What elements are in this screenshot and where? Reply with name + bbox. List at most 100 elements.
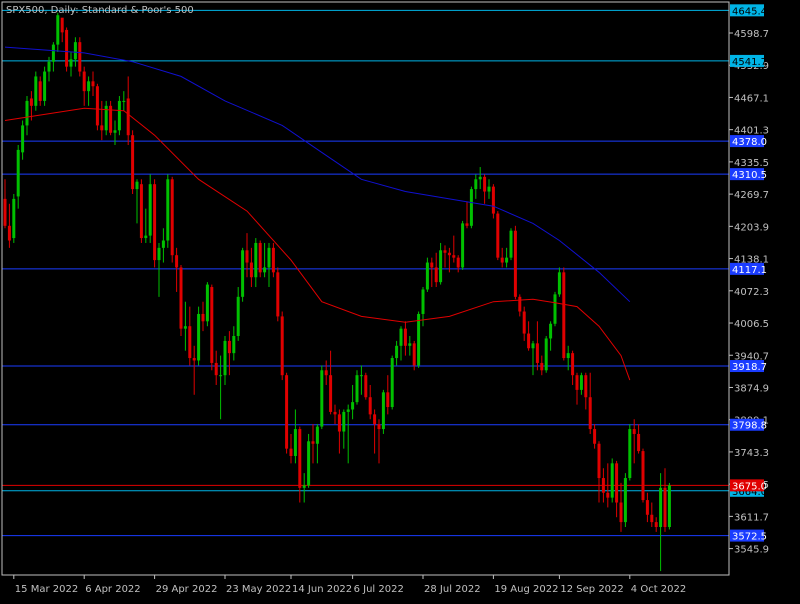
candle-body [192, 358, 196, 361]
candle-body [197, 313, 201, 361]
candle-body [601, 478, 605, 493]
candle-body [474, 179, 478, 190]
candle-body [540, 362, 544, 371]
candle-body [579, 375, 583, 390]
candle-body [324, 370, 328, 376]
candle-body [285, 375, 289, 449]
price-tick-label: 4401.3 [734, 126, 769, 137]
candle-body [654, 522, 658, 528]
current-price-label: 3675.0 [732, 481, 767, 492]
level-label-text: 4645.4 [732, 6, 767, 17]
candle-body [381, 392, 385, 430]
candle-body [302, 485, 306, 488]
time-tick-label: 19 Aug 2022 [494, 584, 558, 595]
candle-body [60, 17, 64, 33]
level-label-text: 3918.7 [732, 362, 767, 373]
time-tick-label: 6 Jul 2022 [354, 584, 404, 595]
candle-body [258, 242, 262, 273]
chart-title: SPX500, Daily: Standard & Poor's 500 [6, 5, 194, 16]
price-tick-label: 3545.9 [734, 545, 769, 556]
candle-body [232, 336, 236, 354]
candle-body [465, 223, 469, 226]
candle-body [254, 242, 258, 278]
candle-body [355, 375, 359, 403]
candle-body [571, 353, 575, 376]
price-tick-label: 4335.5 [734, 158, 769, 169]
candle-body [588, 397, 592, 430]
candle-body [34, 76, 38, 106]
candle-body [153, 184, 157, 261]
price-tick-label: 4203.9 [734, 222, 769, 233]
candle-body [606, 492, 610, 498]
candle-body [29, 98, 33, 106]
candle-body [56, 15, 60, 45]
time-tick-label: 23 May 2022 [226, 584, 291, 595]
candle-body [619, 502, 623, 523]
candle-body [183, 326, 187, 329]
level-label-text: 4117.1 [732, 265, 767, 276]
candle-body [205, 284, 209, 322]
candle-body [82, 71, 86, 92]
candle-body [597, 443, 601, 479]
candle-body [496, 213, 500, 258]
candle-body [170, 179, 174, 256]
candle-body [293, 429, 297, 456]
level-label-text: 4310.5 [732, 170, 767, 181]
candle-body [175, 255, 179, 268]
candle-body [562, 272, 566, 359]
candle-body [531, 343, 535, 349]
candle-body [236, 296, 240, 337]
candle-body [575, 375, 579, 390]
candle-body [425, 262, 429, 290]
candle-body [69, 59, 73, 67]
candle-body [51, 44, 55, 62]
time-tick-label: 14 Jun 2022 [292, 584, 352, 595]
candle-body [373, 414, 377, 425]
candle-body [386, 392, 390, 408]
candle-body [487, 186, 491, 192]
candle-body [276, 272, 280, 317]
time-tick-label: 12 Sep 2022 [560, 584, 623, 595]
candle-body [219, 375, 223, 377]
candle-body [439, 250, 443, 283]
candle-body [513, 230, 517, 297]
candle-body [412, 343, 416, 366]
chart-window[interactable]: 4598.74532.94467.14401.34335.54269.74203… [0, 0, 800, 600]
candle-body [566, 353, 570, 359]
price-tick-label: 3874.9 [734, 383, 769, 394]
candle-body [188, 326, 192, 359]
price-chart[interactable]: 4598.74532.94467.14401.34335.54269.74203… [0, 0, 800, 600]
candle-body [584, 375, 588, 398]
candle-body [623, 478, 627, 523]
candle-body [461, 223, 465, 268]
level-label-text: 4541.7 [732, 57, 767, 68]
candle-body [447, 252, 451, 256]
time-tick-label: 29 Apr 2022 [156, 584, 218, 595]
candle-body [469, 189, 473, 226]
candle-body [47, 61, 51, 72]
candle-body [38, 81, 42, 101]
candle-body [166, 179, 170, 241]
candle-body [544, 338, 548, 371]
candle-body [311, 441, 315, 444]
candle-body [403, 328, 407, 346]
candle-body [351, 402, 355, 410]
level-label-text: 3572.5 [732, 532, 767, 543]
candle-body [223, 340, 227, 376]
candle-body [100, 125, 104, 131]
level-label-text: 3798.8 [732, 421, 767, 432]
candle-body [557, 272, 561, 295]
candle-body [280, 316, 284, 376]
candle-body [364, 375, 368, 398]
candle-body [25, 100, 29, 126]
candle-body [241, 250, 245, 297]
candle-body [329, 375, 333, 412]
candle-body [478, 176, 482, 180]
candle-body [73, 42, 77, 60]
candle-body [628, 429, 632, 479]
candle-body [443, 250, 447, 253]
price-tick-label: 4598.7 [734, 29, 769, 40]
candle-body [249, 262, 253, 278]
candle-body [91, 81, 95, 87]
candle-body [135, 181, 139, 190]
